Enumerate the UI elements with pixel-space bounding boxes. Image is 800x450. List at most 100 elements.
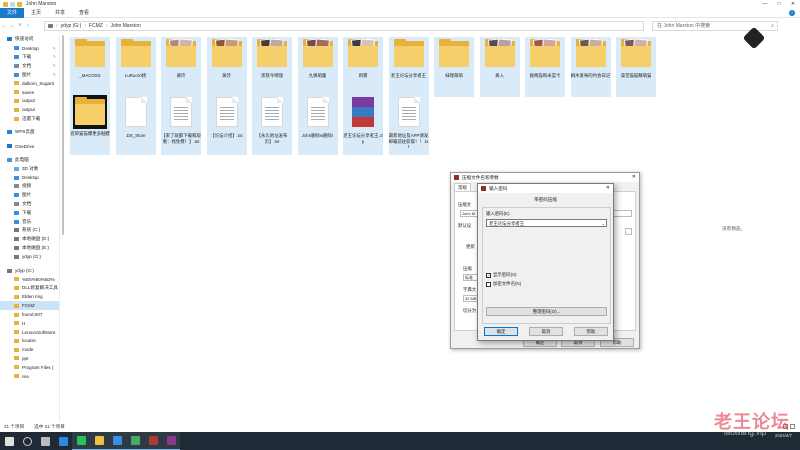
breadcrumb-drive[interactable]: ydyp (G:) <box>61 23 82 29</box>
close-icon[interactable]: ✕ <box>606 185 610 191</box>
tab-home[interactable]: 主页 <box>24 8 48 18</box>
sidebar-item[interactable]: found.007 <box>0 310 59 319</box>
sidebar-item[interactable]: saves <box>0 88 59 97</box>
file-item[interactable]: 【来了就都下载和观看：找免费！】.txt <box>161 95 201 155</box>
tab-view[interactable]: 查看 <box>72 8 96 18</box>
sidebar-item[interactable]: 图片 ✎ <box>0 70 59 79</box>
file-item[interactable]: LuRuoXi杨 <box>115 37 156 97</box>
file-item[interactable]: 黄入 <box>479 37 520 97</box>
file-item[interactable]: 黄玲 <box>206 37 247 97</box>
search-input[interactable]: 在 John Marston 中搜索 ⌕ <box>652 21 778 31</box>
password-field[interactable]: 老王论坛分享者王 ⌄ <box>486 219 607 227</box>
app-icon[interactable] <box>108 432 126 450</box>
encrypt-names-checkbox[interactable] <box>486 281 491 287</box>
show-password-option[interactable]: ✓ 显示密码(S) <box>486 272 516 278</box>
large-icons-view-icon[interactable] <box>790 424 795 429</box>
chevron-down-icon[interactable]: ⌄ <box>602 220 605 227</box>
file-item[interactable]: 黄玲 <box>161 37 201 97</box>
sidebar-item[interactable]: output <box>0 97 59 106</box>
sidebar-item[interactable]: 文档 ✎ <box>0 61 59 70</box>
tab-general[interactable]: 常规 <box>454 183 471 191</box>
search-icon[interactable] <box>18 432 36 450</box>
sidebar-item[interactable]: dalkom_Sugarti <box>0 79 59 88</box>
game-icon[interactable] <box>126 432 144 450</box>
file-item[interactable]: 老王论坛分享者王.zip <box>343 95 383 155</box>
file-item[interactable]: John删除w删除r <box>297 95 338 155</box>
up-arrow-icon[interactable]: ↑ <box>24 21 32 31</box>
sidebar-item[interactable]: 下载 ✎ <box>0 53 59 62</box>
sidebar-scrollbar[interactable] <box>61 35 65 422</box>
new-folder-icon[interactable] <box>17 1 22 7</box>
help-icon[interactable]: ? <box>789 10 795 16</box>
browser-icon[interactable] <box>144 432 162 450</box>
minimize-button[interactable]: — <box>758 0 772 8</box>
password-cancel-button[interactable]: 取消 <box>529 327 563 336</box>
close-icon[interactable]: ✕ <box>632 174 636 180</box>
scrollbar-thumb[interactable] <box>62 35 64 235</box>
tab-share[interactable]: 共享 <box>48 8 72 18</box>
file-item[interactable]: 【永久地址发布页】.txt <box>252 95 292 155</box>
properties-icon[interactable] <box>10 1 15 7</box>
sidebar-item[interactable]: LenovoSoftstore <box>0 328 59 337</box>
password-help-button[interactable]: 帮助 <box>574 327 608 336</box>
forward-arrow-icon[interactable]: → <box>8 21 16 31</box>
sidebar-item[interactable]: Desktop <box>0 173 59 182</box>
file-item[interactable]: 九條萌蕾 <box>297 37 338 97</box>
sidebar-item[interactable]: Desktop ✎ <box>0 44 59 53</box>
address-bar[interactable]: › ydyp (G:) › FCMZ › John Marston <box>44 21 644 31</box>
edge-icon[interactable] <box>54 432 72 450</box>
recent-chevron-icon[interactable]: ˅ <box>16 21 24 31</box>
sidebar-item[interactable]: localec <box>0 337 59 346</box>
sidebar-item[interactable]: 快速访问 <box>0 35 59 44</box>
maximize-button[interactable]: □ <box>772 0 786 8</box>
sidebar-item[interactable]: Program Files ( <box>0 363 59 372</box>
sidebar-item[interactable]: 文档 <box>0 200 59 209</box>
sidebar-item[interactable]: 系统 (C:) <box>0 226 59 235</box>
sidebar-item[interactable]: ydyp (G:) <box>0 266 59 275</box>
show-password-checkbox[interactable]: ✓ <box>486 272 491 278</box>
folder-icon[interactable] <box>3 1 8 7</box>
sidebar-item[interactable]: output <box>0 105 59 114</box>
file-item[interactable]: .DS_Store <box>115 95 156 155</box>
file-item[interactable]: 拨两猫和米昊卡 <box>525 37 565 97</box>
sidebar-item[interactable]: OneDrive <box>0 142 59 151</box>
sidebar-item[interactable]: rea <box>0 372 59 381</box>
file-item[interactable]: 妹哩萌萌 <box>434 37 474 97</box>
password-ok-button[interactable]: 确定 <box>484 327 518 336</box>
winrar-icon[interactable] <box>162 432 180 450</box>
file-item[interactable]: 逛郎猫猫爆更多骷髅 <box>70 95 110 155</box>
sidebar-item[interactable]: 此电脑 <box>0 156 59 165</box>
file-item[interactable]: 最新地址及APP请发邮箱前往获取！！.txt <box>388 95 429 155</box>
file-item[interactable]: 桐木爱咪的约会日记 <box>570 37 611 97</box>
sidebar-item[interactable]: FCMZ <box>0 301 59 311</box>
sidebar-item[interactable]: H <box>0 319 59 328</box>
file-item[interactable]: 【论坛介绍】.txt <box>206 95 247 155</box>
file-item[interactable]: 老王论坛分享者王 <box>388 37 429 97</box>
sidebar-item[interactable]: 下载 <box>0 208 59 217</box>
sidebar-item[interactable]: 迅雷下载 <box>0 114 59 123</box>
sidebar-item[interactable]: ppt <box>0 354 59 363</box>
tab-file[interactable]: 文件 <box>0 7 25 18</box>
windows-start-icon[interactable] <box>0 432 18 450</box>
profile-dropdown[interactable] <box>625 228 632 235</box>
organize-passwords-button[interactable]: 整理密码(O)... <box>486 307 607 316</box>
file-item[interactable]: 刺猬 <box>343 37 383 97</box>
sidebar-item[interactable]: 图片 <box>0 191 59 200</box>
sidebar-item[interactable]: mode <box>0 345 59 354</box>
sidebar-item[interactable]: WPS云盘 <box>0 128 59 137</box>
file-item[interactable]: 澡堂猫猫精萌猫 <box>616 37 656 97</box>
sidebar-item[interactable]: ydyp (G:) <box>0 252 59 261</box>
sidebar-item[interactable]: Elden ring <box>0 293 59 302</box>
file-item[interactable]: 黑铁今晴瑞 <box>252 37 292 97</box>
wechat-icon[interactable] <box>72 432 90 450</box>
sidebar-item[interactable]: 视频 <box>0 182 59 191</box>
sidebar-item[interactable]: 音乐 <box>0 217 59 226</box>
file-explorer-icon[interactable] <box>90 432 108 450</box>
back-arrow-icon[interactable]: ← <box>0 21 8 31</box>
breadcrumb-current[interactable]: John Marston <box>110 23 140 29</box>
close-button[interactable]: ✕ <box>786 0 800 8</box>
sidebar-item[interactable]: %E5%80%B3% <box>0 275 59 284</box>
breadcrumb-folder[interactable]: FCMZ <box>89 23 103 29</box>
task-view-icon[interactable] <box>36 432 54 450</box>
sidebar-item[interactable]: 本地磁盘 (E:) <box>0 244 59 253</box>
